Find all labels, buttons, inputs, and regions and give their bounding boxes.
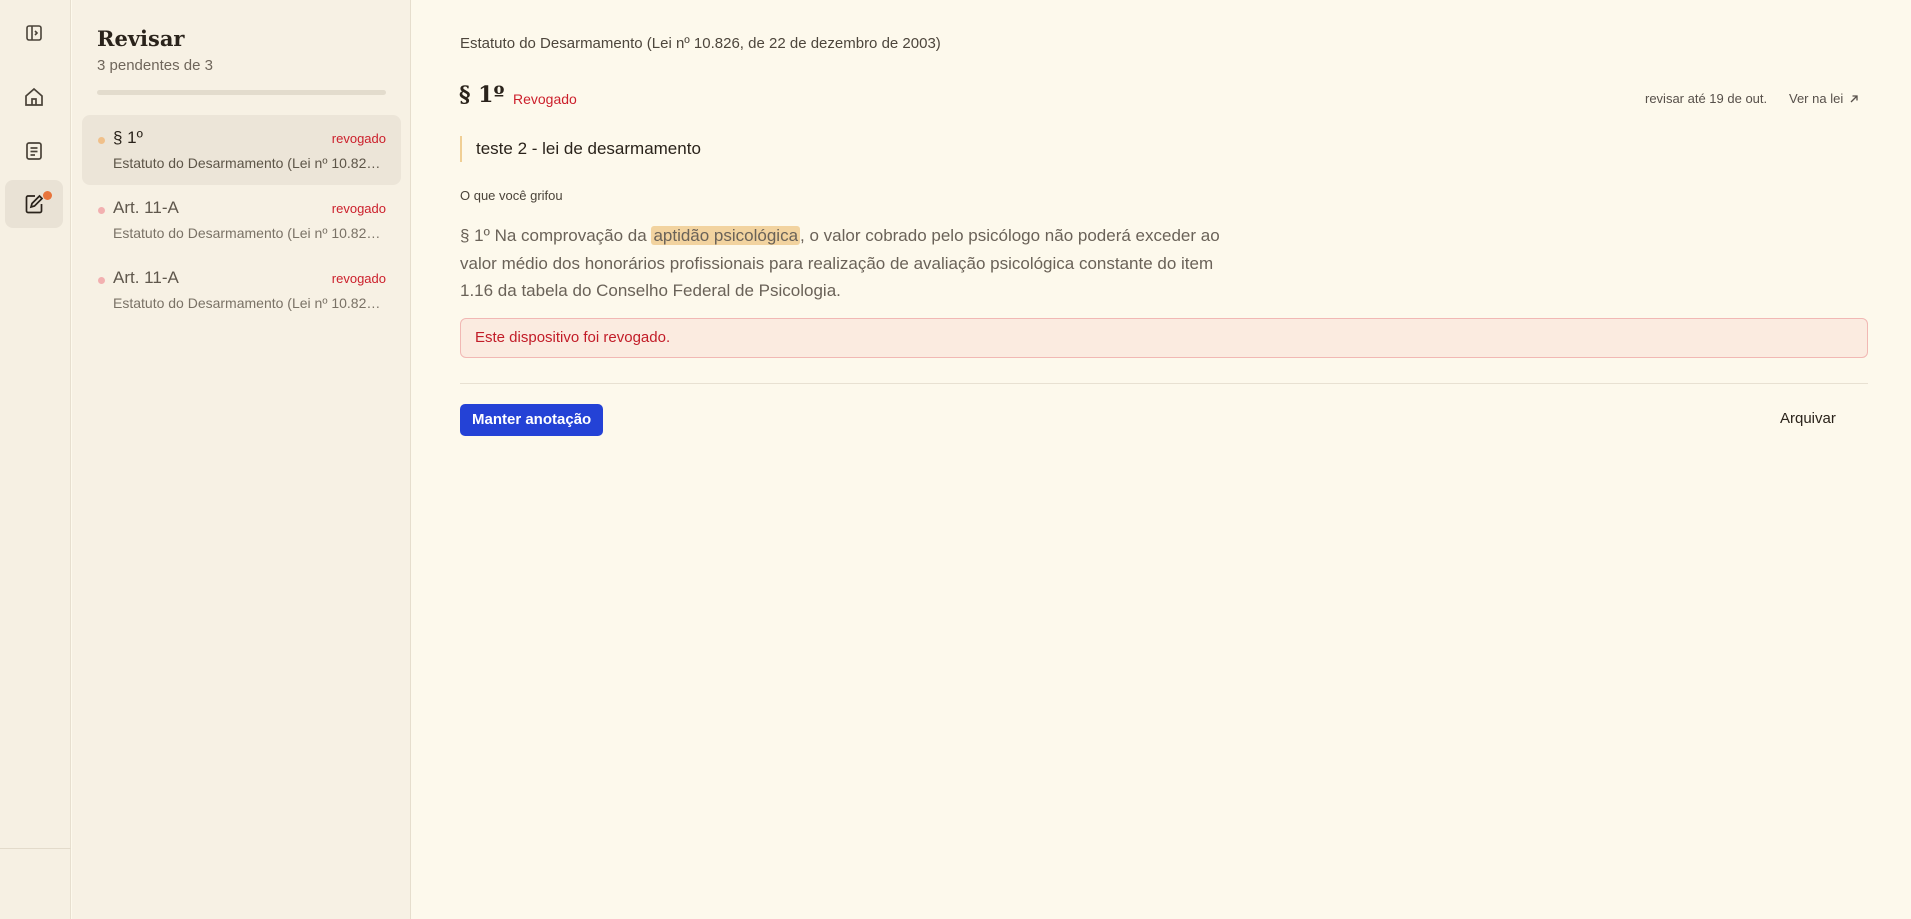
review-detail: Estatuto do Desarmamento (Lei nº 10.826,… <box>412 0 1911 919</box>
review-deadline: revisar até 19 de out. <box>1645 91 1768 106</box>
review-progress-bar <box>97 90 386 95</box>
status-dot <box>98 207 105 214</box>
item-reference: Art. 11-A <box>113 198 179 217</box>
item-status-badge: revogado <box>331 131 386 146</box>
review-button[interactable] <box>5 180 63 228</box>
view-in-law-label: Ver na lei <box>1789 91 1844 106</box>
external-link-icon <box>1850 94 1858 102</box>
item-status-badge: revogado <box>331 201 386 216</box>
status-dot <box>98 137 105 144</box>
item-reference: § 1º <box>113 128 143 147</box>
review-panel: Revisar 3 pendentes de 3 § 1º revogado E… <box>72 0 411 919</box>
review-item[interactable]: § 1º revogado Estatuto do Desarmamento (… <box>82 115 401 185</box>
item-status-badge: revogado <box>331 271 386 286</box>
item-source: Estatuto do Desarmamento (Lei nº 10.826,… <box>113 155 388 171</box>
highlighted-text: aptidão psicológica <box>651 226 801 245</box>
pending-count: 3 pendentes de 3 <box>97 57 213 74</box>
notification-dot <box>43 191 52 200</box>
revoked-badge: Revogado <box>513 91 577 107</box>
sidebar-toggle-icon <box>26 25 42 41</box>
section-title: § 1º <box>459 82 505 108</box>
home-button[interactable] <box>5 73 63 121</box>
revoked-alert: Este dispositivo foi revogado. <box>460 318 1868 358</box>
user-note: teste 2 - lei de desarmamento <box>460 136 701 162</box>
review-item[interactable]: Art. 11-A revogado Estatuto do Desarmame… <box>82 255 401 325</box>
highlight-label: O que você grifou <box>460 188 563 203</box>
book-icon <box>26 142 42 160</box>
highlighted-excerpt: § 1º Na comprovação da aptidão psicológi… <box>460 222 1220 305</box>
icon-rail <box>0 0 71 919</box>
item-reference: Art. 11-A <box>113 268 179 287</box>
archive-button[interactable]: Arquivar <box>1780 410 1836 427</box>
home-icon <box>25 87 43 106</box>
divider <box>460 383 1868 384</box>
item-source: Estatuto do Desarmamento (Lei nº 10.826,… <box>113 295 388 311</box>
library-button[interactable] <box>5 127 63 175</box>
keep-annotation-button[interactable]: Manter anotação <box>460 404 604 436</box>
sidebar-toggle-button[interactable] <box>5 9 63 57</box>
excerpt-text-before: § 1º Na comprovação da <box>460 226 652 245</box>
panel-title: Revisar <box>97 26 185 51</box>
rail-divider <box>0 848 71 849</box>
law-title: Estatuto do Desarmamento (Lei nº 10.826,… <box>460 35 941 52</box>
view-in-law-link[interactable]: Ver na lei <box>1789 91 1860 106</box>
item-source: Estatuto do Desarmamento (Lei nº 10.826,… <box>113 225 388 241</box>
review-item[interactable]: Art. 11-A revogado Estatuto do Desarmame… <box>82 185 401 255</box>
status-dot <box>98 277 105 284</box>
